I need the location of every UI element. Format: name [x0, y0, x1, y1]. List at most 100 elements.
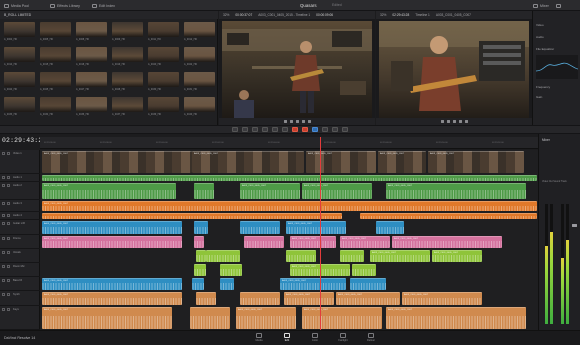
- mute-icon[interactable]: [7, 251, 10, 254]
- audio-clip[interactable]: [240, 292, 280, 305]
- edit-index-button[interactable]: Edit Index: [92, 2, 115, 9]
- audio-clip[interactable]: [194, 221, 208, 234]
- clip-thumbnail[interactable]: A_0024_HD: [4, 72, 35, 93]
- page-deliver[interactable]: Deliver: [365, 333, 377, 342]
- timeline-tracks[interactable]: A003_C001_0405_C007 A003_C001_0405_C007 A0…: [40, 150, 538, 330]
- audio-clip[interactable]: [190, 307, 230, 329]
- page-edit[interactable]: Edit: [281, 333, 293, 342]
- audio-clip[interactable]: A003_C001_0405_C007: [286, 221, 346, 234]
- audio-clip[interactable]: A003_C001_0405_C007: [240, 183, 300, 199]
- clip-thumbnail[interactable]: A_0039_HD: [148, 97, 179, 118]
- track-header[interactable]: Audio 3: [0, 200, 40, 212]
- mute-icon[interactable]: [7, 279, 10, 282]
- mute-icon[interactable]: [7, 237, 10, 240]
- inspector-row-eq[interactable]: File Equalizer: [536, 47, 554, 51]
- audio-clip[interactable]: [244, 236, 284, 248]
- clip-thumbnail[interactable]: A_0033_HD: [4, 97, 35, 118]
- inspector-row-frequency[interactable]: Frequency: [536, 85, 550, 89]
- audio-clip[interactable]: [196, 292, 216, 305]
- replace-button[interactable]: [282, 127, 288, 132]
- lock-icon[interactable]: [2, 202, 5, 205]
- audio-clip[interactable]: A003_C001_0405_C007: [42, 183, 176, 199]
- mute-icon[interactable]: [7, 265, 10, 268]
- mute-icon[interactable]: [7, 202, 10, 205]
- mute-icon[interactable]: [7, 222, 10, 225]
- audio-clip[interactable]: A003_C001_0405_C007: [386, 307, 526, 329]
- track-header[interactable]: Vocals: [0, 249, 40, 263]
- audio-clip[interactable]: [192, 278, 204, 290]
- audio-clip[interactable]: [340, 250, 364, 262]
- track-header[interactable]: Bass DI: [0, 277, 40, 291]
- lock-icon[interactable]: [2, 251, 5, 254]
- inspector-row-video[interactable]: Video: [536, 23, 544, 27]
- mixer-button[interactable]: Mixer: [533, 2, 549, 9]
- mute-icon[interactable]: [7, 293, 10, 296]
- audio-clip[interactable]: [286, 250, 316, 262]
- flag-button[interactable]: [312, 127, 318, 132]
- audio-clip[interactable]: A003_C001_0405_C007: [42, 201, 537, 211]
- timeline-video-frame[interactable]: [379, 21, 529, 118]
- inspector-row-gain[interactable]: Gain: [536, 95, 542, 99]
- audio-clip[interactable]: A003_C001_0405_C007: [302, 307, 382, 329]
- eq-curve[interactable]: [536, 55, 578, 79]
- clip-thumbnail[interactable]: A_0022_HD: [184, 47, 215, 68]
- audio-clip[interactable]: A003_C001_0405_C007: [336, 292, 400, 305]
- zoom-in-button[interactable]: [342, 127, 348, 132]
- track-header[interactable]: Audio 1: [0, 174, 40, 182]
- audio-clip[interactable]: A003_C001_0405_C007: [42, 292, 182, 305]
- audio-clip[interactable]: [196, 250, 206, 262]
- marker-button[interactable]: [322, 127, 328, 132]
- page-color[interactable]: Color: [309, 333, 321, 342]
- lock-icon[interactable]: [2, 279, 5, 282]
- audio-clip[interactable]: [194, 236, 204, 248]
- audio-clip[interactable]: [206, 250, 240, 262]
- timeline-zoom[interactable]: 32%: [380, 13, 386, 17]
- media-pool-button[interactable]: Media Pool: [4, 2, 29, 9]
- clip-thumbnail[interactable]: A_0040_HD: [184, 97, 215, 118]
- audio-clip[interactable]: A003_C001_0405_C007: [42, 236, 182, 248]
- track-header[interactable]: Synth: [0, 291, 40, 306]
- video-clip[interactable]: A003_C001_0405_C007: [378, 151, 426, 173]
- overwrite-button[interactable]: [272, 127, 278, 132]
- clip-thumbnail[interactable]: A_0008_HD: [76, 22, 107, 43]
- audio-clip[interactable]: [220, 278, 234, 290]
- lock-icon[interactable]: [2, 214, 5, 217]
- zoom-out-button[interactable]: [332, 127, 338, 132]
- audio-clip[interactable]: A003_C001_0405_C007: [42, 221, 182, 234]
- audio-clip[interactable]: [42, 213, 342, 219]
- track-header[interactable]: Audio 2: [0, 182, 40, 200]
- lock-icon[interactable]: [2, 237, 5, 240]
- mute-icon[interactable]: [7, 308, 10, 311]
- lock-icon[interactable]: [2, 265, 5, 268]
- audio-clip[interactable]: A003_C001_0405_C007: [280, 278, 346, 290]
- audio-clip[interactable]: A003_C001_0405_C007: [370, 250, 430, 262]
- timeline-ruler[interactable]: 02:29:36:00 02:29:38:00 02:29:40:00 02:29:4…: [40, 137, 538, 149]
- clip-thumbnail[interactable]: A_0011_HD: [148, 22, 179, 43]
- effects-library-button[interactable]: Effects Library: [50, 2, 80, 9]
- source-video-frame[interactable]: [222, 21, 372, 118]
- trim-tool[interactable]: [242, 127, 248, 132]
- master-fader[interactable]: [572, 224, 577, 227]
- audio-clip[interactable]: A003_C001_0405_C007: [290, 236, 336, 248]
- lock-icon[interactable]: [2, 152, 5, 155]
- mute-icon[interactable]: [7, 176, 10, 179]
- video-clip[interactable]: A003_C001_0405_C007: [192, 151, 304, 173]
- clip-thumbnail[interactable]: A_0005_HD: [40, 22, 71, 43]
- source-zoom[interactable]: 32%: [223, 13, 229, 17]
- audio-clip[interactable]: [194, 264, 206, 276]
- clip-thumbnail[interactable]: A_0031_HD: [184, 72, 215, 93]
- audio-clip[interactable]: A003_C001_0405_C007: [42, 307, 172, 329]
- audio-clip[interactable]: A003_C001_0405_C007: [392, 236, 502, 248]
- clip-thumbnail[interactable]: A_0020_HD: [148, 47, 179, 68]
- linked-selection-toggle[interactable]: [302, 127, 308, 132]
- audio-clip[interactable]: [352, 264, 376, 276]
- audio-clip[interactable]: [194, 183, 214, 199]
- video-clip[interactable]: A003_C001_0405_C007: [428, 151, 524, 173]
- clip-thumbnail[interactable]: A_0015_HD: [40, 47, 71, 68]
- page-fairlight[interactable]: Fairlight: [337, 333, 349, 342]
- lock-icon[interactable]: [2, 222, 5, 225]
- audio-clip[interactable]: A003_C001_0405_C007: [42, 278, 182, 290]
- clip-thumbnail[interactable]: A_0036_HD: [76, 97, 107, 118]
- clip-thumbnail[interactable]: A_0009_HD: [112, 22, 143, 43]
- mute-icon[interactable]: [7, 214, 10, 217]
